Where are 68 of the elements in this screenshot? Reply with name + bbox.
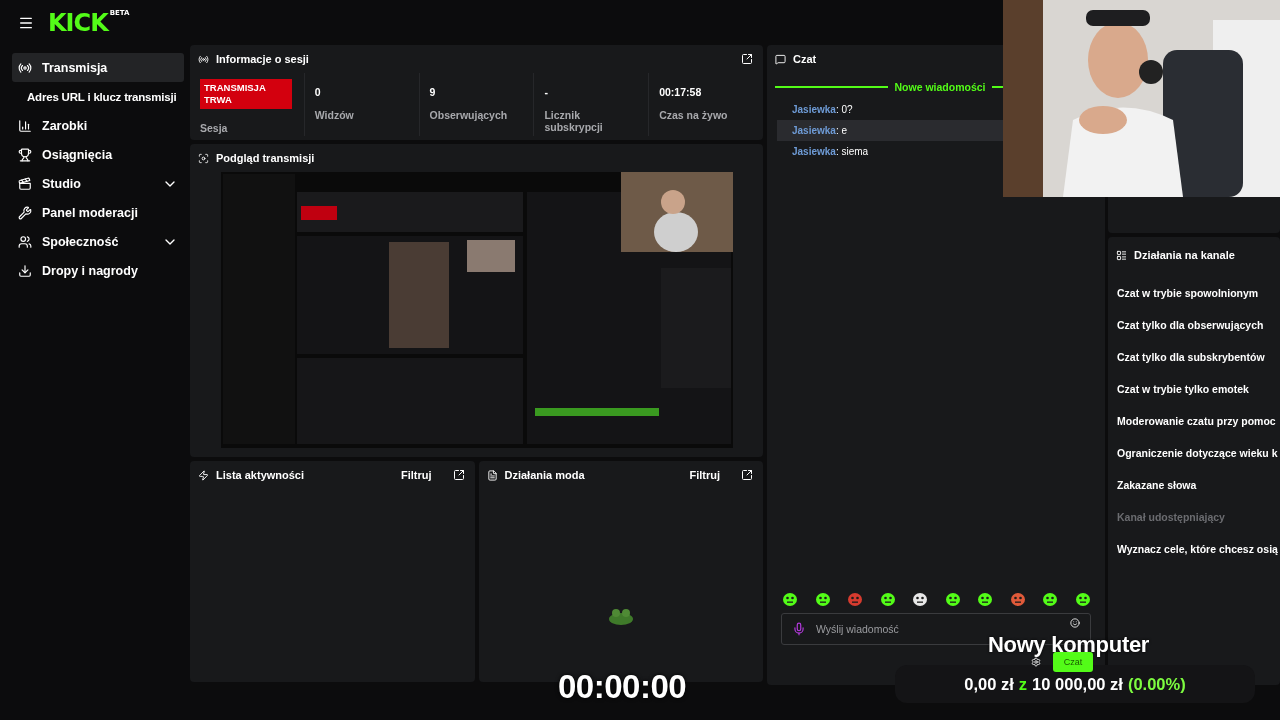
emote-icon[interactable]: [912, 591, 929, 607]
trophy-icon: [18, 147, 32, 162]
sidebar-item[interactable]: Osiągnięcia: [12, 140, 184, 169]
wrench-icon: [18, 205, 32, 220]
stat-label: Licznik subskrypcji: [544, 109, 604, 133]
emote-icon[interactable]: [944, 591, 961, 607]
filter-button[interactable]: Filtruj: [400, 469, 432, 481]
live-badge: TRANSMISJA TRWA: [200, 79, 292, 109]
emote-icon[interactable]: [1074, 591, 1091, 607]
clapperboard-icon: [18, 176, 32, 191]
panel-title: Działania na kanale: [1134, 249, 1236, 261]
chat-message: Jasiewka: siema: [791, 145, 870, 159]
emote-icon[interactable]: [879, 591, 896, 607]
channel-action[interactable]: Zakazane słowa: [1108, 469, 1280, 501]
filter-button[interactable]: Filtruj: [689, 469, 720, 481]
stat-value: 00:17:58: [659, 86, 703, 98]
emote-icon[interactable]: [977, 591, 994, 607]
stream-timer: 00:00:00: [558, 668, 687, 706]
microphone-icon[interactable]: [792, 622, 806, 636]
channel-action[interactable]: Wyznacz cele, które chcesz osią: [1108, 533, 1280, 565]
stat-label: Obserwujących: [429, 109, 509, 121]
broadcast-icon: [198, 53, 209, 65]
sidebar-item[interactable]: Panel moderacji: [12, 198, 184, 227]
emote-icon[interactable]: [814, 591, 831, 607]
popout-icon[interactable]: [741, 469, 753, 481]
sidebar-item[interactable]: Dropy i nagrody: [12, 256, 184, 285]
emote-icon[interactable]: [1042, 591, 1059, 607]
emoji-icon[interactable]: [1070, 618, 1080, 628]
stat-value: 0: [314, 86, 322, 98]
settings-icon[interactable]: [1031, 657, 1041, 667]
bar-chart-icon: [18, 118, 32, 133]
chat-icon: [775, 53, 786, 65]
channel-action[interactable]: Moderowanie czatu przy pomoc: [1108, 405, 1280, 437]
popout-icon[interactable]: [741, 53, 753, 65]
chat-button[interactable]: Czat: [1053, 652, 1093, 672]
panel-title: Podgląd transmisji: [216, 152, 316, 164]
panel-title: Działania moda: [504, 469, 586, 481]
popout-icon[interactable]: [452, 469, 465, 481]
sidebar-item[interactable]: Zarobki: [12, 111, 184, 140]
stat-value: 9: [429, 86, 437, 98]
stat-label: Czas na żywo: [659, 109, 729, 121]
channel-action[interactable]: Ograniczenie dotyczące wieku k: [1108, 437, 1280, 469]
download-icon: [18, 263, 32, 278]
stat-value: -: [544, 86, 549, 98]
sidebar-subitem[interactable]: Adres URL i klucz transmisji: [12, 82, 190, 111]
channel-action[interactable]: Czat w trybie tylko emotek: [1108, 373, 1280, 405]
channel-action[interactable]: Czat w trybie spowolnionym: [1108, 277, 1280, 309]
bolt-icon: [198, 469, 209, 481]
stat-label: Sesja: [200, 122, 229, 134]
emote-icon[interactable]: [782, 591, 798, 607]
channel-action: Kanał udostępniający: [1116, 510, 1226, 525]
sidebar-item[interactable]: Transmisja: [12, 53, 184, 82]
sidebar-item[interactable]: Studio: [12, 169, 184, 198]
broadcast-icon: [18, 60, 32, 75]
channel-action[interactable]: Czat tylko dla subskrybentów: [1108, 341, 1280, 373]
goal-bar: 0,00 zł z 10 000,00 zł (0.00%): [895, 665, 1255, 703]
panel-title: Lista aktywności: [216, 469, 306, 481]
frog-icon: [607, 608, 634, 626]
panel-title: Czat: [793, 53, 818, 65]
users-icon: [18, 234, 32, 249]
sidebar-item[interactable]: Społeczność: [12, 227, 184, 256]
channel-action[interactable]: Czat tylko dla obserwujących: [1108, 309, 1280, 341]
list-icon: [1116, 249, 1127, 261]
focus-icon: [198, 152, 209, 164]
stat-label: Widzów: [314, 109, 355, 121]
chat-message: Jasiewka: 0?: [791, 103, 854, 117]
panel-title: Informacje o sesji: [216, 53, 310, 65]
document-icon: [486, 469, 498, 481]
